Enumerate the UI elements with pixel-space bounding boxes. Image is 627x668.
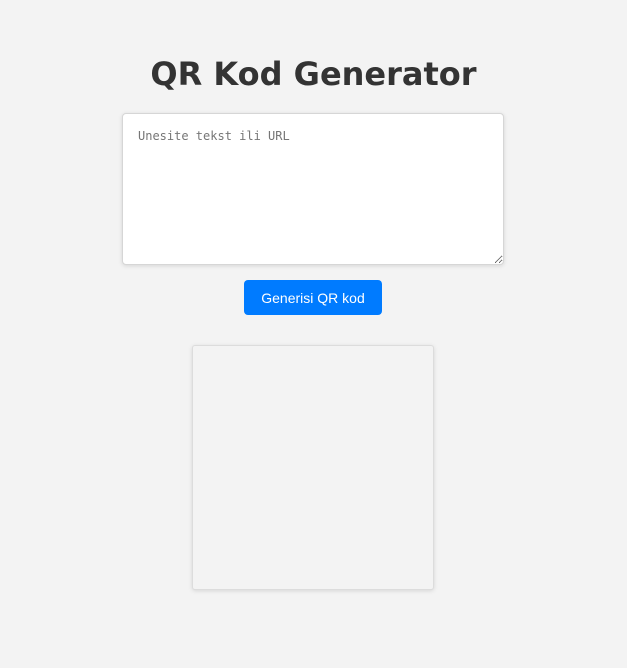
text-url-input[interactable] [122, 113, 504, 265]
qr-code-output [192, 345, 434, 590]
qr-generator-page: QR Kod Generator Generisi QR kod [0, 0, 627, 668]
page-title: QR Kod Generator [150, 55, 477, 93]
generate-qr-button[interactable]: Generisi QR kod [244, 280, 382, 315]
